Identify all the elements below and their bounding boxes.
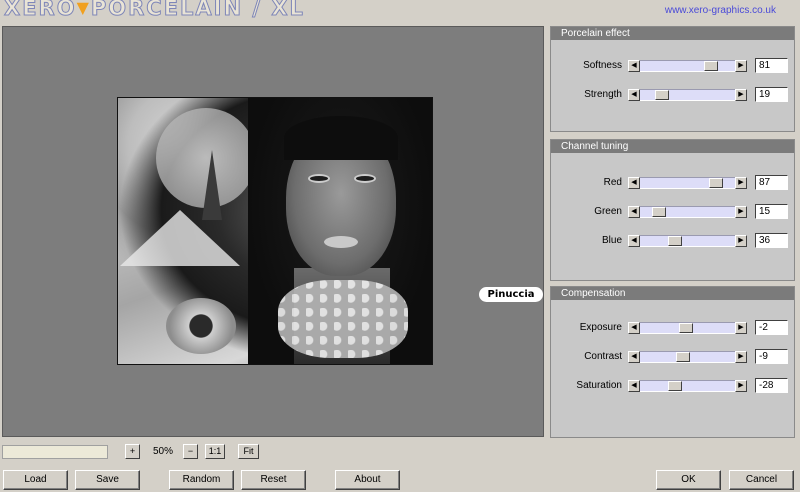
contrast-slider-thumb[interactable] — [676, 352, 690, 362]
red-slider-track[interactable] — [640, 177, 735, 189]
slider-row-strength: Strength ◀ ▶ 19 — [551, 87, 796, 102]
blue-slider-track[interactable] — [640, 235, 735, 247]
reset-button[interactable]: Reset — [241, 470, 306, 490]
green-slider-track[interactable] — [640, 206, 735, 218]
heart-icon: ▼ — [76, 0, 91, 17]
softness-label: Softness — [583, 60, 622, 71]
saturation-value-field[interactable]: -28 — [755, 378, 788, 393]
arrow-right-icon[interactable]: ▶ — [735, 322, 747, 334]
slider-row-saturation: Saturation ◀ ▶ -28 — [551, 378, 796, 393]
panel-title: Compensation — [551, 287, 794, 300]
contrast-label: Contrast — [584, 351, 622, 362]
preview-image[interactable] — [117, 97, 433, 365]
arrow-left-icon[interactable]: ◀ — [628, 177, 640, 189]
panel-title: Porcelain effect — [551, 27, 794, 40]
contrast-value-field[interactable]: -9 — [755, 349, 788, 364]
compensation-panel: Compensation Exposure ◀ ▶ -2 Contrast ◀ ▶ -9 S… — [550, 286, 795, 438]
image-pearls — [278, 280, 408, 358]
site-url-link[interactable]: www.xero-graphics.co.uk — [665, 5, 776, 16]
status-field — [2, 445, 108, 459]
panel-title: Channel tuning — [551, 140, 794, 153]
blue-label: Blue — [601, 235, 622, 246]
signature-watermark: Pinuccia — [479, 287, 543, 302]
header-bar: XERO▼PORCELAIN / XL www.xero-graphics.co… — [0, 0, 800, 22]
cancel-button[interactable]: Cancel — [729, 470, 794, 490]
logo-text-left: XERO — [4, 0, 77, 21]
strength-slider-track[interactable] — [640, 89, 735, 101]
saturation-slider-thumb[interactable] — [668, 381, 682, 391]
arrow-right-icon[interactable]: ▶ — [735, 60, 747, 72]
green-label: Green — [594, 206, 622, 217]
about-button[interactable]: About — [335, 470, 400, 490]
softness-slider-thumb[interactable] — [704, 61, 718, 71]
blue-slider-thumb[interactable] — [668, 236, 682, 246]
exposure-value-field[interactable]: -2 — [755, 320, 788, 335]
red-slider-thumb[interactable] — [709, 178, 723, 188]
slider-row-green: Green ◀ ▶ 15 — [551, 204, 796, 219]
arrow-right-icon[interactable]: ▶ — [735, 235, 747, 247]
image-eye-right — [354, 174, 376, 183]
zoom-in-button[interactable]: + — [125, 444, 140, 459]
slider-row-softness: Softness ◀ ▶ 81 — [551, 58, 796, 73]
slider-row-blue: Blue ◀ ▶ 36 — [551, 233, 796, 248]
strength-value-field[interactable]: 19 — [755, 87, 788, 102]
green-value-field[interactable]: 15 — [755, 204, 788, 219]
slider-row-red: Red ◀ ▶ 87 — [551, 175, 796, 190]
channel-tuning-panel: Channel tuning Red ◀ ▶ 87 Green ◀ ▶ 15 Blue ◀ ▶ 3… — [550, 139, 795, 281]
arrow-left-icon[interactable]: ◀ — [628, 322, 640, 334]
blue-value-field[interactable]: 36 — [755, 233, 788, 248]
saturation-slider-track[interactable] — [640, 380, 735, 392]
arrow-left-icon[interactable]: ◀ — [628, 206, 640, 218]
app-logo: XERO▼PORCELAIN / XL — [4, 0, 305, 21]
slider-row-exposure: Exposure ◀ ▶ -2 — [551, 320, 796, 335]
arrow-left-icon[interactable]: ◀ — [628, 60, 640, 72]
preview-area — [2, 26, 544, 437]
arrow-left-icon[interactable]: ◀ — [628, 89, 640, 101]
zoom-fit-button[interactable]: Fit — [238, 444, 259, 459]
image-pyramid — [120, 210, 240, 266]
arrow-left-icon[interactable]: ◀ — [628, 235, 640, 247]
load-button[interactable]: Load — [3, 470, 68, 490]
image-lips — [324, 236, 358, 248]
saturation-label: Saturation — [576, 380, 622, 391]
red-label: Red — [603, 177, 622, 188]
random-button[interactable]: Random — [169, 470, 234, 490]
exposure-slider-track[interactable] — [640, 322, 735, 334]
exposure-slider-thumb[interactable] — [679, 323, 693, 333]
green-slider-thumb[interactable] — [652, 207, 666, 217]
zoom-actual-size-button[interactable]: 1:1 — [205, 444, 225, 459]
arrow-left-icon[interactable]: ◀ — [628, 351, 640, 363]
porcelain-effect-panel: Porcelain effect Softness ◀ ▶ 81 Strength ◀ ▶… — [550, 26, 795, 132]
slider-row-contrast: Contrast ◀ ▶ -9 — [551, 349, 796, 364]
arrow-right-icon[interactable]: ▶ — [735, 351, 747, 363]
image-eye-left — [308, 174, 330, 183]
softness-slider-track[interactable] — [640, 60, 735, 72]
exposure-label: Exposure — [579, 322, 622, 333]
arrow-right-icon[interactable]: ▶ — [735, 89, 747, 101]
arrow-right-icon[interactable]: ▶ — [735, 206, 747, 218]
image-flower — [166, 298, 236, 354]
strength-label: Strength — [584, 89, 622, 100]
arrow-right-icon[interactable]: ▶ — [735, 177, 747, 189]
arrow-right-icon[interactable]: ▶ — [735, 380, 747, 392]
softness-value-field[interactable]: 81 — [755, 58, 788, 73]
contrast-slider-track[interactable] — [640, 351, 735, 363]
logo-text-right: PORCELAIN / XL — [90, 0, 305, 21]
zoom-level: 50% — [152, 446, 173, 457]
arrow-left-icon[interactable]: ◀ — [628, 380, 640, 392]
ok-button[interactable]: OK — [656, 470, 721, 490]
image-bangs — [284, 116, 398, 160]
save-button[interactable]: Save — [75, 470, 140, 490]
strength-slider-thumb[interactable] — [655, 90, 669, 100]
zoom-out-button[interactable]: − — [183, 444, 198, 459]
red-value-field[interactable]: 87 — [755, 175, 788, 190]
